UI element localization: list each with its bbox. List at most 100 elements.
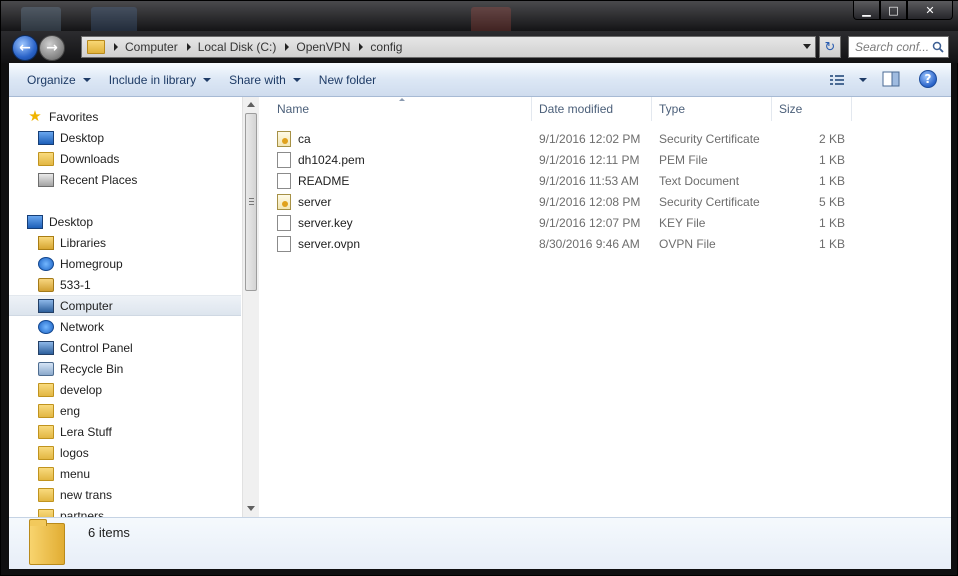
nav-computer[interactable]: Computer	[9, 295, 241, 316]
nav-libraries[interactable]: Libraries	[38, 232, 258, 253]
nav-folder-menu[interactable]: menu	[38, 463, 258, 484]
breadcrumb-arrow-icon[interactable]	[186, 43, 191, 51]
breadcrumb-arrow-icon[interactable]	[359, 43, 364, 51]
breadcrumb-openvpn[interactable]: OpenVPN	[276, 37, 350, 57]
file-name-cell[interactable]: server.ovpn	[277, 233, 360, 254]
breadcrumb-label[interactable]: OpenVPN	[296, 40, 350, 54]
nav-user-folder[interactable]: 533-1	[38, 274, 258, 295]
nav-label: Favorites	[49, 109, 99, 124]
nav-control-panel[interactable]: Control Panel	[38, 337, 258, 358]
folder-icon	[29, 519, 65, 565]
organize-label: Organize	[27, 72, 76, 87]
breadcrumb-label[interactable]: Computer	[125, 40, 178, 54]
file-name-cell[interactable]: README	[277, 170, 349, 191]
nav-homegroup[interactable]: Homegroup	[38, 253, 258, 274]
file-name-cell[interactable]: dh1024.pem	[277, 149, 365, 170]
maximize-button[interactable]: □	[880, 1, 907, 20]
title-bar[interactable]: ▁ □ ✕	[1, 1, 958, 43]
file-size: 1 KB	[818, 152, 845, 167]
folder-icon	[38, 424, 54, 439]
share-with-button[interactable]: Share with	[220, 68, 310, 92]
new-folder-button[interactable]: New folder	[310, 68, 385, 92]
nav-favorites[interactable]: ★ Favorites	[27, 106, 258, 127]
breadcrumb-arrow-icon[interactable]	[285, 43, 290, 51]
folder-icon	[38, 403, 54, 418]
nav-folder-lera-stuff[interactable]: Lera Stuff	[38, 421, 258, 442]
chevron-down-icon	[203, 77, 212, 82]
user-folder-icon	[38, 277, 54, 292]
minimize-button[interactable]: ▁	[853, 1, 880, 20]
close-button[interactable]: ✕	[907, 1, 953, 20]
nav-folder-logos[interactable]: logos	[38, 442, 258, 463]
breadcrumb-label[interactable]: Local Disk (C:)	[198, 40, 277, 54]
navigation-pane[interactable]: ★ Favorites Desktop Downloads Recent Plac…	[9, 97, 259, 517]
chevron-down-icon	[82, 77, 91, 82]
search-box[interactable]	[848, 36, 949, 58]
scroll-down-icon[interactable]	[247, 506, 255, 511]
nav-downloads[interactable]: Downloads	[38, 148, 258, 169]
nav-scrollbar[interactable]	[242, 97, 259, 517]
chevron-down-icon	[292, 77, 301, 82]
change-view-button[interactable]	[829, 69, 871, 91]
file-row[interactable]: server.key 9/1/2016 12:07 PM KEY File 1 …	[277, 212, 927, 233]
file-row[interactable]: server.ovpn 8/30/2016 9:46 AM OVPN File …	[277, 233, 927, 254]
file-icon	[277, 172, 291, 189]
chevron-down-icon[interactable]	[859, 78, 867, 82]
file-list[interactable]: Name Date modified Type Size ca 9/1/2016…	[259, 97, 951, 517]
file-name: server.key	[298, 215, 353, 230]
nav-folder-partners[interactable]: partners	[38, 505, 258, 517]
address-bar[interactable]: Computer Local Disk (C:) OpenVPN config	[81, 36, 816, 58]
address-row: ← → Computer Local Disk (C:) OpenVPN con…	[1, 31, 958, 63]
breadcrumb-label[interactable]: config	[370, 40, 402, 54]
column-header-size[interactable]: Size	[772, 97, 852, 121]
search-icon[interactable]	[932, 41, 944, 53]
help-button[interactable]: ?	[919, 70, 937, 88]
column-header-name[interactable]: Name	[259, 97, 532, 121]
file-row[interactable]: README 9/1/2016 11:53 AM Text Document 1…	[277, 170, 927, 191]
breadcrumb-arrow-icon[interactable]	[114, 43, 118, 51]
file-type: PEM File	[659, 152, 708, 167]
file-size: 1 KB	[818, 173, 845, 188]
desktop-icon	[27, 214, 43, 229]
nav-folder-eng[interactable]: eng	[38, 400, 258, 421]
details-pane: 6 items	[9, 517, 951, 569]
file-name-cell[interactable]: ca	[277, 128, 311, 149]
network-icon	[38, 319, 54, 334]
scroll-up-icon[interactable]	[247, 102, 255, 107]
file-row[interactable]: dh1024.pem 9/1/2016 12:11 PM PEM File 1 …	[277, 149, 927, 170]
folder-icon	[38, 445, 54, 460]
column-header-type[interactable]: Type	[652, 97, 772, 121]
column-header-date-modified[interactable]: Date modified	[532, 97, 652, 121]
nav-network[interactable]: Network	[38, 316, 258, 337]
nav-favorites-desktop[interactable]: Desktop	[38, 127, 258, 148]
refresh-button[interactable]: ↻	[819, 36, 841, 58]
address-history-dropdown-icon[interactable]	[803, 44, 811, 49]
breadcrumb-computer[interactable]: Computer	[105, 37, 178, 57]
file-name-cell[interactable]: server	[277, 191, 331, 212]
forward-button[interactable]: →	[39, 35, 65, 61]
file-row[interactable]: server 9/1/2016 12:08 PM Security Certif…	[277, 191, 927, 212]
folder-icon	[38, 382, 54, 397]
nav-recycle-bin[interactable]: Recycle Bin	[38, 358, 258, 379]
back-button[interactable]: ←	[12, 35, 38, 61]
file-row[interactable]: ca 9/1/2016 12:02 PM Security Certificat…	[277, 128, 927, 149]
file-size: 1 KB	[818, 215, 845, 230]
nav-scroll-thumb[interactable]	[245, 113, 257, 291]
nav-folder-develop[interactable]: develop	[38, 379, 258, 400]
nav-recent-places[interactable]: Recent Places	[38, 169, 258, 190]
caption-buttons: ▁ □ ✕	[853, 1, 953, 20]
star-icon: ★	[28, 107, 42, 125]
organize-button[interactable]: Organize	[18, 68, 100, 92]
include-in-library-button[interactable]: Include in library	[100, 68, 220, 92]
search-input[interactable]	[855, 40, 935, 54]
file-name: ca	[298, 131, 311, 146]
nav-desktop[interactable]: Desktop	[27, 211, 258, 232]
file-name-cell[interactable]: server.key	[277, 212, 353, 233]
breadcrumb-config[interactable]: config	[350, 37, 402, 57]
nav-label: menu	[60, 466, 91, 481]
nav-folder-new-trans[interactable]: new trans	[38, 484, 258, 505]
item-count: 6 items	[88, 525, 130, 540]
preview-pane-icon[interactable]	[882, 71, 900, 87]
recent-places-icon	[38, 172, 54, 187]
breadcrumb-local-disk[interactable]: Local Disk (C:)	[178, 37, 277, 57]
